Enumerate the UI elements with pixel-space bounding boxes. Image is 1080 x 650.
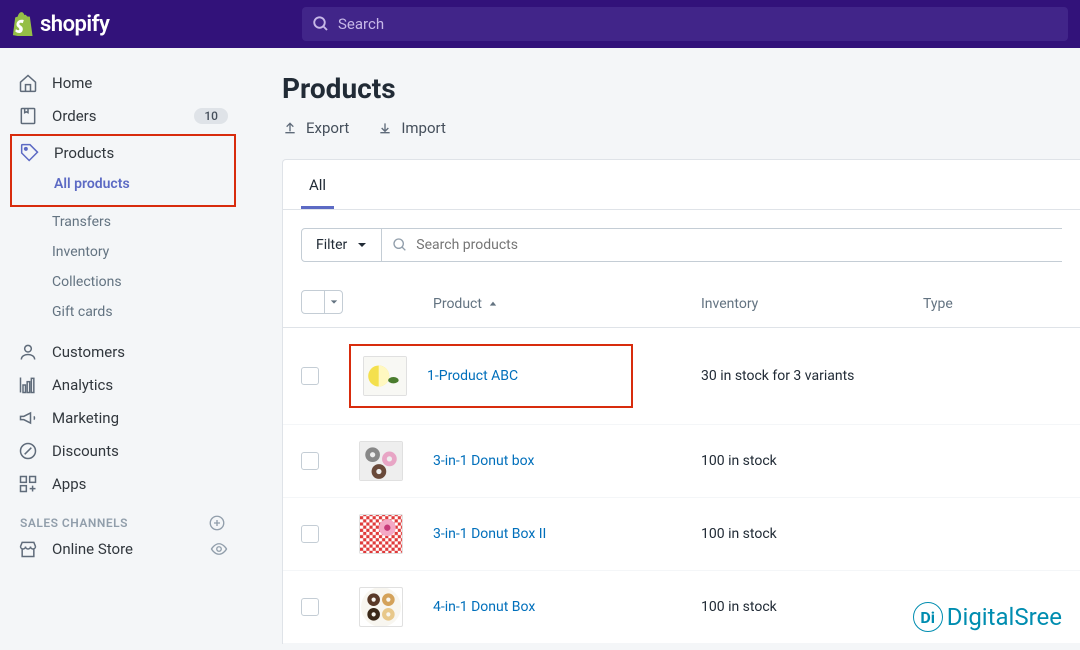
product-name-link[interactable]: 3-in-1 Donut box (433, 453, 534, 469)
import-label: Import (401, 119, 446, 137)
chevron-down-icon (330, 298, 338, 306)
nav-analytics-label: Analytics (52, 376, 228, 394)
product-thumbnail (359, 441, 403, 481)
nav-analytics[interactable]: Analytics (10, 368, 236, 401)
apps-icon (18, 474, 38, 494)
watermark-text: DigitalSree (947, 603, 1062, 631)
product-inventory: 30 in stock for 3 variants (701, 368, 923, 384)
nav-online-store[interactable]: Online Store (10, 532, 236, 565)
product-search[interactable] (382, 228, 1062, 262)
product-search-input[interactable] (416, 237, 1052, 253)
row-checkbox[interactable] (301, 598, 319, 616)
nav-apps[interactable]: Apps (10, 467, 236, 500)
col-inventory[interactable]: Inventory (701, 296, 923, 312)
subnav-transfers[interactable]: Transfers (10, 207, 236, 237)
page-title: Products (282, 72, 1080, 105)
page-actions: Export Import (282, 119, 1080, 137)
product-inventory: 100 in stock (701, 453, 923, 469)
filter-button[interactable]: Filter (301, 228, 382, 262)
subnav-gift-cards[interactable]: Gift cards (10, 297, 236, 327)
brand-logo[interactable]: shopify (12, 12, 302, 37)
tab-all[interactable]: All (301, 160, 334, 209)
subnav-all-products[interactable]: All products (12, 169, 234, 199)
product-inventory: 100 in stock (701, 599, 923, 615)
products-card: All Filter (282, 159, 1080, 644)
product-name-link[interactable]: 4-in-1 Donut Box (433, 599, 535, 615)
nav-products[interactable]: Products (12, 136, 234, 169)
caret-down-icon (357, 240, 367, 250)
products-nav-highlight: Products All products (10, 134, 236, 207)
nav-orders-label: Orders (52, 107, 180, 125)
product-name-link[interactable]: 3-in-1 Donut Box II (433, 526, 546, 542)
top-bar: shopify (0, 0, 1080, 48)
nav-home-label: Home (52, 74, 228, 92)
shopify-bag-icon (12, 12, 34, 36)
watermark-badge: Di (913, 602, 943, 632)
sales-channels-title: SALES CHANNELS (20, 516, 128, 530)
col-type[interactable]: Type (923, 296, 1062, 312)
highlighted-product-cell: 1-Product ABC (349, 344, 633, 408)
nav-orders[interactable]: Orders 10 (10, 99, 236, 132)
product-thumbnail (359, 514, 403, 554)
nav-online-store-label: Online Store (52, 540, 196, 558)
col-product[interactable]: Product (433, 296, 701, 312)
product-thumbnail (359, 587, 403, 627)
export-label: Export (306, 119, 349, 137)
subnav-inventory[interactable]: Inventory (10, 237, 236, 267)
nav-marketing-label: Marketing (52, 409, 228, 427)
import-icon (377, 120, 393, 136)
add-channel-icon[interactable] (208, 514, 226, 532)
sidebar: Home Orders 10 Products All products Tra… (0, 48, 246, 650)
home-icon (18, 73, 38, 93)
sort-asc-icon (489, 300, 497, 308)
product-name-link[interactable]: 1-Product ABC (427, 368, 518, 384)
row-checkbox[interactable] (301, 367, 319, 385)
brand-name: shopify (40, 12, 109, 37)
nav-customers[interactable]: Customers (10, 335, 236, 368)
analytics-icon (18, 375, 38, 395)
nav-discounts-label: Discounts (52, 442, 228, 460)
filter-label: Filter (316, 237, 347, 253)
subnav-collections[interactable]: Collections (10, 267, 236, 297)
table-row: 3-in-1 Donut Box II 100 in stock (283, 498, 1080, 571)
orders-count-badge: 10 (194, 108, 228, 124)
eye-icon[interactable] (210, 539, 228, 559)
global-search[interactable] (302, 7, 1068, 41)
nav-discounts[interactable]: Discounts (10, 434, 236, 467)
filter-row: Filter (283, 210, 1080, 280)
table-header: Product Inventory Type (283, 280, 1080, 328)
search-input[interactable] (338, 15, 1058, 33)
search-icon (312, 15, 330, 33)
export-icon (282, 120, 298, 136)
table-row: 1-Product ABC 30 in stock for 3 variants (283, 328, 1080, 425)
nav-marketing[interactable]: Marketing (10, 401, 236, 434)
nav-products-label: Products (54, 144, 226, 162)
select-all-checkbox[interactable] (301, 290, 343, 314)
row-checkbox[interactable] (301, 525, 319, 543)
orders-icon (18, 106, 38, 126)
megaphone-icon (18, 408, 38, 428)
product-inventory: 100 in stock (701, 526, 923, 542)
nav-customers-label: Customers (52, 343, 228, 361)
search-icon (392, 237, 408, 253)
store-icon (18, 539, 38, 559)
import-button[interactable]: Import (377, 119, 446, 137)
discount-icon (18, 441, 38, 461)
row-checkbox[interactable] (301, 452, 319, 470)
table-row: 3-in-1 Donut box 100 in stock (283, 425, 1080, 498)
main-content: Products Export Import All Filter (246, 48, 1080, 650)
export-button[interactable]: Export (282, 119, 349, 137)
customers-icon (18, 342, 38, 362)
sales-channels-header: SALES CHANNELS (10, 514, 236, 532)
product-thumbnail (363, 356, 407, 396)
tag-icon (20, 143, 40, 163)
watermark: Di DigitalSree (913, 602, 1062, 632)
nav-home[interactable]: Home (10, 66, 236, 99)
product-tabs: All (283, 160, 1080, 210)
nav-apps-label: Apps (52, 475, 228, 493)
